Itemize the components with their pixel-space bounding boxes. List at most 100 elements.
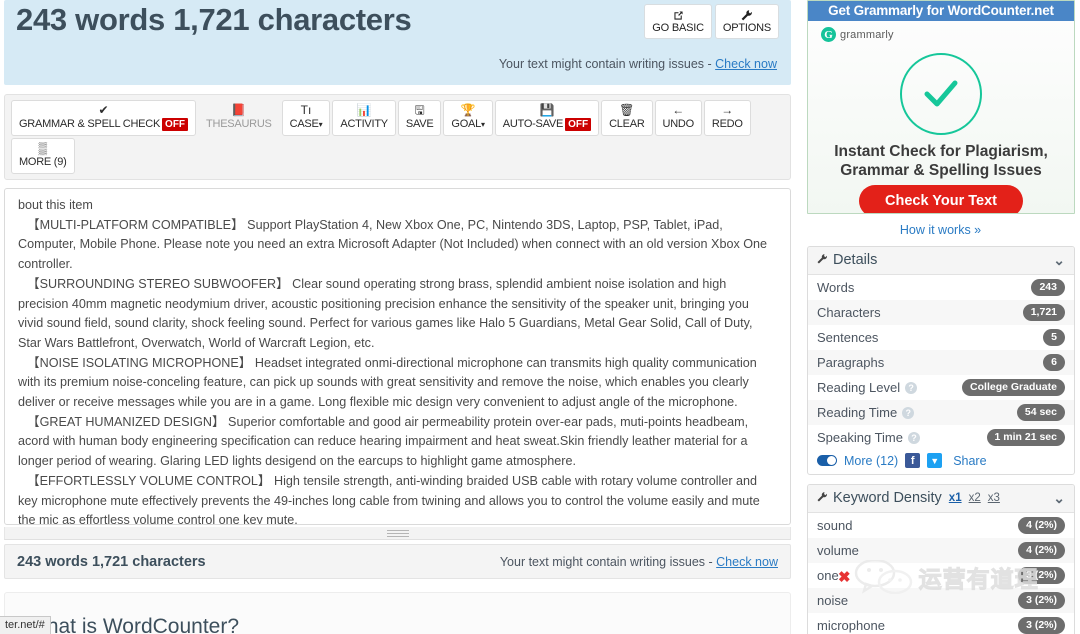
keyword-density-row: one 3 (2%): [808, 563, 1074, 588]
details-rows: Words 243 Characters 1,721 Sentences 5 Paragra…: [808, 275, 1074, 450]
toolbar-button-label: MORE (9): [19, 156, 67, 169]
wrench-icon: [816, 491, 828, 506]
bar-chart-icon: 📊: [356, 103, 372, 117]
toolbar-button-label: SAVE: [406, 118, 434, 131]
toolbar-button-label: THESAURUS: [206, 118, 272, 131]
keyword-count-badge: 4 (2%): [1018, 542, 1065, 559]
toolbar-button-more-9[interactable]: ▒ MORE (9): [11, 138, 75, 174]
keyword-word: one: [817, 568, 839, 583]
details-row-label: Reading Level: [817, 380, 901, 395]
details-row: Paragraphs 6: [808, 350, 1074, 375]
toolbar-row: ✔ GRAMMAR & SPELL CHECK OFF 📕 THESAURUS Tı CAS…: [11, 100, 785, 174]
details-row-value: 1 min 21 sec: [986, 429, 1065, 446]
grid-icon: ▒: [38, 141, 47, 155]
toolbar-label-text: UNDO: [662, 118, 695, 130]
how-it-works-link[interactable]: How it works »: [900, 223, 981, 237]
details-row-label-wrap: Speaking Time?: [817, 430, 920, 445]
details-row: Sentences 5: [808, 325, 1074, 350]
keyword-density-mode-x3[interactable]: x3: [988, 492, 1000, 504]
toolbar-button-grammar-spell-check[interactable]: ✔ GRAMMAR & SPELL CHECK OFF: [11, 100, 197, 136]
toolbar-button-goal[interactable]: 🏆 GOAL▾: [443, 100, 493, 136]
toolbar-label-text: MORE (9): [19, 156, 67, 168]
help-icon[interactable]: ?: [902, 406, 915, 419]
options-button[interactable]: OPTIONS: [714, 4, 779, 40]
editor-toolbar: ✔ GRAMMAR & SPELL CHECK OFF 📕 THESAURUS Tı CAS…: [4, 94, 791, 180]
keyword-density-mode-x1[interactable]: x1: [949, 492, 962, 504]
help-icon[interactable]: ?: [908, 431, 920, 444]
browser-status-url: ter.net/#: [0, 616, 51, 634]
details-row: Reading Time? 54 sec: [808, 400, 1074, 425]
chevron-down-icon[interactable]: ⌄: [1053, 490, 1065, 507]
details-row-label-wrap: Characters: [817, 305, 881, 320]
toolbar-button-redo[interactable]: → REDO: [703, 100, 751, 136]
keyword-density-panel-header[interactable]: Keyword Density x1 x2 x3 ⌄: [808, 485, 1074, 513]
toolbar-label-text: CLEAR: [609, 118, 645, 130]
details-row: Reading Level? College Graduate: [808, 375, 1074, 400]
help-icon[interactable]: ?: [905, 381, 918, 394]
toolbar-button-label: REDO: [712, 118, 743, 131]
grammarly-logo: G grammarly: [821, 27, 894, 42]
go-basic-button[interactable]: GO BASIC: [644, 4, 712, 40]
details-panel-header[interactable]: Details ⌄: [808, 247, 1074, 275]
keyword-count-badge: 4 (2%): [1018, 517, 1065, 534]
toolbar-button-thesaurus[interactable]: 📕 THESAURUS: [198, 100, 280, 136]
toolbar-button-auto-save[interactable]: 💾 AUTO-SAVE OFF: [494, 100, 600, 136]
toolbar-button-clear[interactable]: 🗑 CLEAR: [601, 100, 653, 136]
toolbar-button-label: AUTO-SAVE OFF: [503, 118, 592, 131]
header-check-now-link[interactable]: Check now: [715, 57, 777, 71]
details-row-label-wrap: Sentences: [817, 330, 878, 345]
page-title: 243 words 1,721 characters: [16, 2, 412, 37]
editor-status-bar: 243 words 1,721 characters Your text mig…: [4, 544, 791, 579]
status-check-now-link[interactable]: Check now: [716, 555, 778, 569]
ad-headline-line2: Grammar & Spelling Issues: [840, 162, 1042, 179]
editor-paragraph: 【MULTI-PLATFORM COMPATIBLE】 Support Play…: [18, 217, 768, 272]
status-badge: OFF: [565, 118, 592, 131]
keyword-density-row: sound 4 (2%): [808, 513, 1074, 538]
text-editor-area[interactable]: bout this item 【MULTI-PLATFORM COMPATIBLE…: [4, 188, 791, 525]
keyword-density-row: microphone 3 (2%): [808, 613, 1074, 634]
details-more-link[interactable]: More (12): [844, 454, 898, 468]
about-heading: What is WordCounter?: [27, 615, 240, 634]
go-basic-label: GO BASIC: [652, 22, 704, 35]
twitter-icon[interactable]: ▼: [927, 453, 943, 468]
trophy-icon: 🏆: [460, 103, 476, 117]
details-share-link[interactable]: Share: [953, 454, 986, 468]
details-row-label: Paragraphs: [817, 355, 885, 370]
arrow-left-icon: ←: [672, 103, 685, 117]
keyword-density-row: noise 3 (2%): [808, 588, 1074, 613]
ad-headline-line1: Instant Check for Plagiarism,: [834, 143, 1048, 160]
chevron-down-icon[interactable]: ⌄: [1053, 252, 1065, 269]
editor-resize-handle[interactable]: [4, 527, 791, 540]
toolbar-label-text: CASE: [289, 118, 319, 130]
details-row: Characters 1,721: [808, 300, 1074, 325]
status-writing-issues-notice: Your text might contain writing issues -…: [500, 555, 778, 569]
wrench-icon: [723, 8, 771, 22]
facebook-icon[interactable]: f: [905, 453, 921, 468]
header-writing-issues-notice: Your text might contain writing issues -…: [499, 57, 777, 71]
keyword-density-modes: x1 x2 x3: [949, 492, 1000, 504]
toolbar-button-save[interactable]: 🖫 SAVE: [397, 100, 442, 136]
details-row-value: 6: [1043, 354, 1065, 371]
more-toggle[interactable]: [817, 455, 837, 466]
toolbar-label-text: ACTIVITY: [340, 118, 388, 130]
check-your-text-button[interactable]: Check Your Text: [858, 185, 1024, 213]
editor-paragraph: 【GREAT HUMANIZED DESIGN】 Superior comfor…: [18, 414, 749, 469]
toolbar-button-case[interactable]: Tı CASE▾: [281, 100, 331, 136]
grammarly-brand-label: grammarly: [840, 28, 894, 41]
toolbar-button-activity[interactable]: 📊 ACTIVITY: [332, 100, 396, 136]
editor-paragraph: 【NOISE ISOLATING MICROPHONE】 Headset int…: [18, 355, 757, 410]
keyword-density-panel: Keyword Density x1 x2 x3 ⌄ sound 4 (2%) volu…: [807, 484, 1075, 634]
editor-paragraph: 【SURROUNDING STEREO SUBWOOFER】 Clear sou…: [18, 276, 753, 350]
keyword-word: sound: [817, 518, 853, 533]
wrench-icon: [816, 253, 828, 268]
toolbar-button-label: CLEAR: [609, 118, 645, 131]
grammarly-ad[interactable]: Get Grammarly for WordCounter.net G gram…: [807, 0, 1075, 214]
toolbar-button-label: GOAL▾: [451, 118, 485, 131]
toolbar-button-label: GRAMMAR & SPELL CHECK OFF: [19, 118, 189, 131]
toolbar-button-undo[interactable]: ← UNDO: [654, 100, 702, 136]
keyword-density-mode-x2[interactable]: x2: [969, 492, 981, 504]
toolbar-button-label: ACTIVITY: [340, 118, 388, 131]
floppy-disk-icon: 💾: [539, 103, 555, 117]
chevron-down-icon: ▾: [481, 120, 485, 129]
details-row-label: Words: [817, 280, 855, 295]
